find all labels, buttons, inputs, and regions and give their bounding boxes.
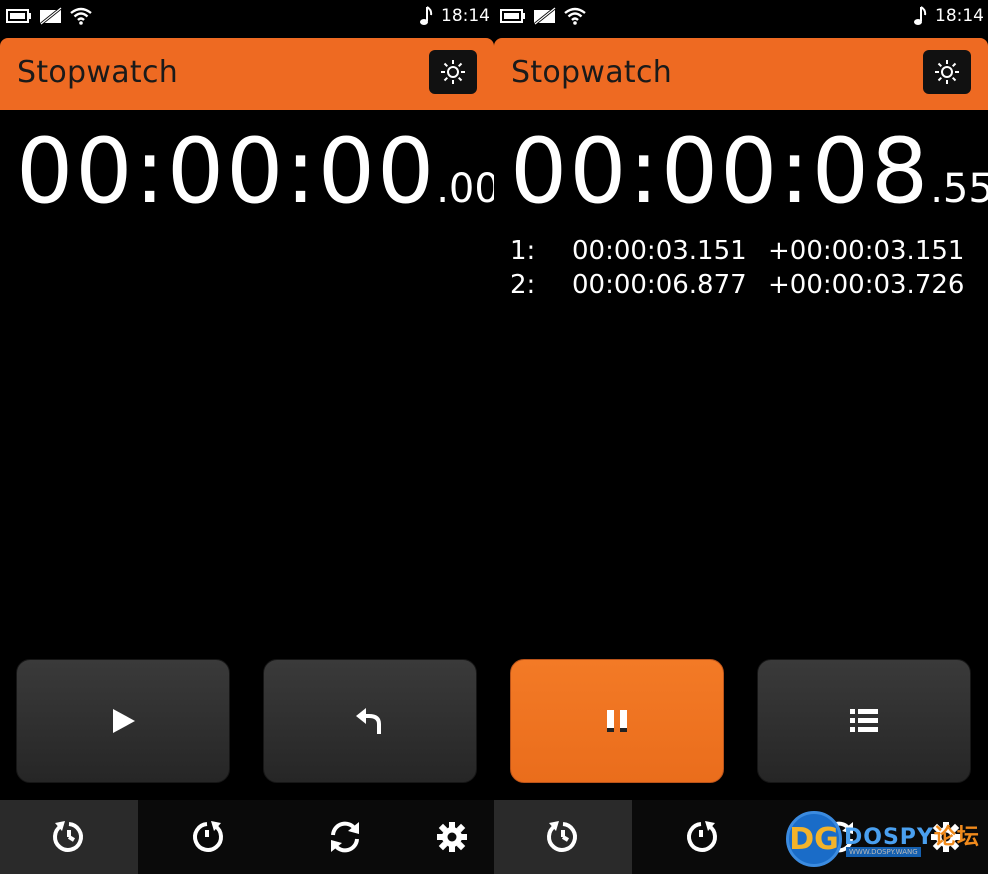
lap-row: 2: 00:00:06.877 +00:00:03.726 bbox=[510, 270, 980, 304]
lap-total-time: 00:00:03.151 bbox=[572, 236, 747, 266]
forum-watermark: DG DOSPY论坛 WWW.DOSPY.WANG bbox=[786, 809, 986, 871]
status-bar: 18:14 bbox=[0, 0, 494, 34]
reset-button[interactable] bbox=[263, 659, 477, 783]
timer-icon bbox=[687, 821, 717, 852]
stopwatch-screen-idle: 18:14 Stopwatch 00:00:00.000 bbox=[0, 0, 494, 874]
lap-button[interactable] bbox=[757, 659, 971, 783]
time-main: 00:00:08 bbox=[510, 119, 931, 224]
app-header: Stopwatch bbox=[494, 38, 988, 110]
wifi-icon bbox=[564, 7, 586, 25]
time-milliseconds: .550 bbox=[930, 166, 988, 212]
start-button[interactable] bbox=[16, 659, 230, 783]
status-time: 18:14 bbox=[441, 6, 490, 26]
time-main: 00:00:00 bbox=[16, 119, 437, 224]
status-bar: 18:14 bbox=[494, 0, 988, 34]
lap-number: 2: bbox=[510, 270, 536, 300]
page-title: Stopwatch bbox=[17, 55, 179, 90]
tab-stopwatch[interactable] bbox=[0, 800, 138, 874]
tab-timer[interactable] bbox=[138, 800, 276, 874]
watermark-brand-cn: 论坛 bbox=[933, 825, 980, 850]
watermark-logo: DG bbox=[786, 811, 842, 867]
pause-icon bbox=[607, 710, 627, 732]
battery-icon bbox=[6, 9, 31, 23]
watermark-logo-text: DG bbox=[789, 821, 839, 857]
stopwatch-icon bbox=[547, 821, 577, 852]
list-icon bbox=[850, 709, 878, 732]
brightness-icon bbox=[441, 60, 465, 84]
lap-split-time: +00:00:03.151 bbox=[768, 236, 965, 266]
music-note-icon bbox=[420, 6, 433, 25]
sync-icon bbox=[331, 821, 359, 853]
settings-icon bbox=[437, 822, 467, 852]
no-sim-icon bbox=[534, 7, 556, 25]
status-time: 18:14 bbox=[935, 6, 984, 26]
wifi-icon bbox=[70, 7, 92, 25]
undo-arrow-icon bbox=[356, 708, 381, 734]
battery-icon bbox=[500, 9, 525, 23]
lap-row: 1: 00:00:03.151 +00:00:03.151 bbox=[510, 236, 980, 270]
timer-icon bbox=[193, 821, 223, 852]
lap-split-time: +00:00:03.726 bbox=[768, 270, 965, 300]
brightness-button[interactable] bbox=[429, 50, 477, 94]
tab-timer[interactable] bbox=[632, 800, 770, 874]
tab-stopwatch[interactable] bbox=[494, 800, 632, 874]
tab-settings[interactable] bbox=[410, 800, 494, 874]
elapsed-time-display: 00:00:00.000 bbox=[16, 127, 494, 217]
brightness-icon bbox=[935, 60, 959, 84]
bottom-toolbar bbox=[0, 800, 494, 874]
lap-list: 1: 00:00:03.151 +00:00:03.151 2: 00:00:0… bbox=[510, 236, 980, 304]
no-sim-icon bbox=[40, 7, 62, 25]
lap-total-time: 00:00:06.877 bbox=[572, 270, 747, 300]
elapsed-time-display: 00:00:08.550 bbox=[510, 127, 988, 217]
time-milliseconds: .000 bbox=[436, 166, 494, 212]
music-note-icon bbox=[914, 6, 927, 25]
lap-number: 1: bbox=[510, 236, 536, 266]
page-title: Stopwatch bbox=[511, 55, 673, 90]
stopwatch-screen-running: 18:14 Stopwatch 00:00:08.550 1: 00:00:03… bbox=[494, 0, 988, 874]
app-header: Stopwatch bbox=[0, 38, 494, 110]
stopwatch-icon bbox=[53, 821, 83, 852]
tab-sync[interactable] bbox=[300, 800, 390, 874]
watermark-url: WWW.DOSPY.WANG bbox=[846, 847, 921, 857]
play-icon bbox=[113, 709, 135, 733]
brightness-button[interactable] bbox=[923, 50, 971, 94]
pause-button[interactable] bbox=[510, 659, 724, 783]
